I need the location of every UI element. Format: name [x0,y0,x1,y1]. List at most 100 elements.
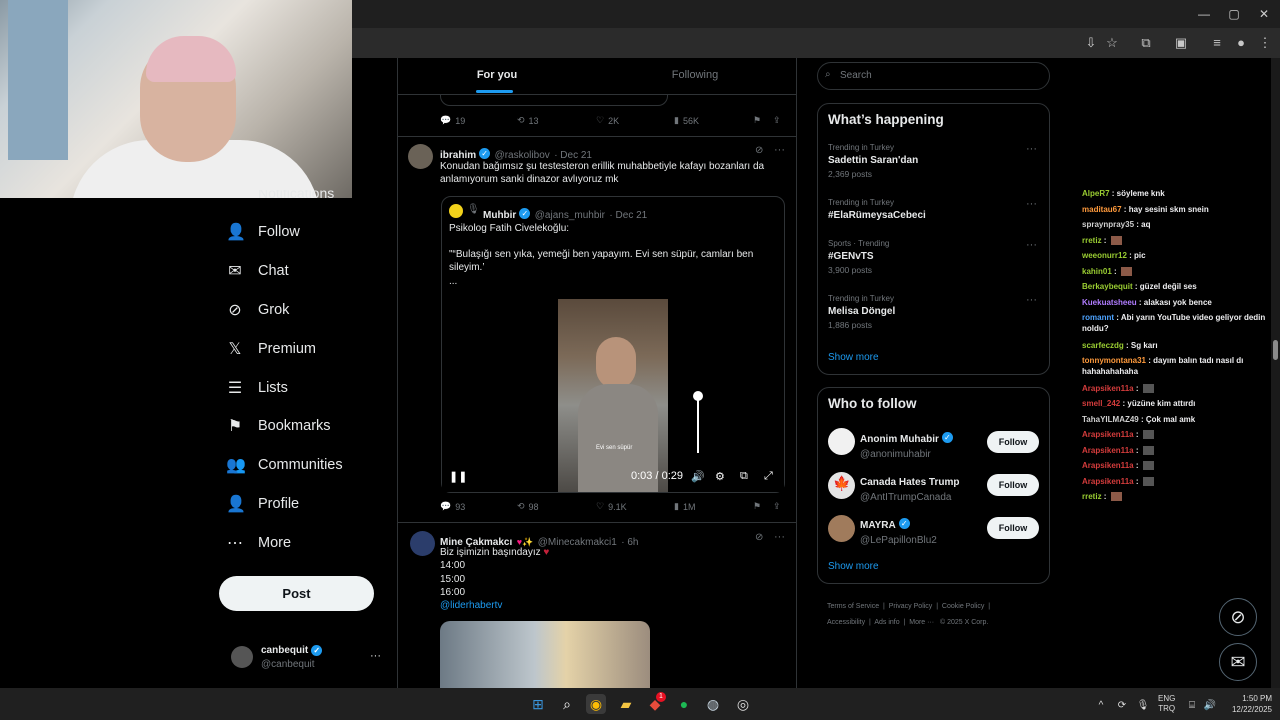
post-button[interactable]: Post [219,576,374,611]
trend-more-icon[interactable]: ··· [1026,239,1037,251]
trend-more-icon[interactable]: ··· [1026,294,1037,306]
profile-avatar-icon[interactable]: ● [1232,34,1250,52]
who-to-follow-show-more[interactable]: Show more [828,561,879,572]
trends-show-more[interactable]: Show more [828,352,879,363]
volume-slider-track[interactable] [697,397,699,453]
tray-chevron-icon[interactable]: ^ [1091,696,1111,716]
windows-start-icon[interactable]: ⊞ [528,694,548,714]
chat-username[interactable]: Kuekuatsheeu [1082,298,1137,307]
chrome-icon[interactable]: ◉ [586,694,606,714]
account-switcher[interactable]: canbequit ✓ @canbequit ··· [228,644,388,674]
install-icon[interactable]: ⇩ [1082,34,1100,52]
extensions-icon[interactable]: ⧉ [1137,34,1155,52]
chat-username[interactable]: AlpeR7 [1082,189,1110,198]
chat-username[interactable]: Arapsiken11a [1082,446,1134,455]
sync-icon[interactable]: ⟳ [1112,696,1132,716]
messages-fab-icon[interactable]: ✉ [1219,643,1257,681]
tab-for-you[interactable]: For you [398,58,596,94]
follow-suggestion[interactable]: Canada Hates Trump @AntITrumpCanada [860,472,959,503]
follow-button[interactable]: Follow [987,517,1039,539]
search-input[interactable]: Search [817,62,1050,90]
trend-more-icon[interactable]: ··· [1026,198,1037,210]
nav-item-lists[interactable]: ☰ Lists [226,374,288,402]
follow-button[interactable]: Follow [987,474,1039,496]
chat-username[interactable]: maditau67 [1082,205,1122,214]
network-icon[interactable]: ⌸ [1182,696,1202,716]
spotify-icon[interactable]: ● [674,694,694,714]
trend-item[interactable]: Trending in Turkey Sadettin Saran'dan 2,… [828,143,1043,179]
footer-link[interactable]: Cookie Policy [942,603,984,610]
tweet-more-icon[interactable]: ··· [774,531,785,543]
follow-suggestion[interactable]: Anonim Muhabir ✓ @anonimuhabir [860,429,953,460]
bookmark-action-icon[interactable]: ⚑ [753,115,761,126]
language-indicator[interactable]: ENG TRQ [1158,694,1175,714]
maximize-button[interactable]: ▢ [1224,6,1244,22]
trend-item[interactable]: Trending in Turkey #ElaRümeysaCebeci ··· [828,198,1043,221]
chat-username[interactable]: rretiz [1082,492,1102,501]
nav-item-more[interactable]: ⋯ More [226,529,291,557]
chat-username[interactable]: Arapsiken11a [1082,461,1134,470]
tweet-author-handle[interactable]: @Minecakmakci1 [538,537,617,548]
speaker-icon[interactable]: 🔊 [1200,696,1220,716]
nav-item-follow[interactable]: 👤 Follow [226,218,300,246]
share-icon[interactable]: ⇪ [773,115,781,126]
scrollbar-thumb[interactable] [1273,340,1278,360]
like-button[interactable]: ♡ 9.1K [596,501,627,512]
nav-item-profile[interactable]: 👤 Profile [226,490,299,518]
obs-icon[interactable]: ◎ [733,694,753,714]
chat-username[interactable]: tonnymontana31 [1082,356,1146,365]
footer-link[interactable]: Terms of Service [827,603,879,610]
nav-item-grok[interactable]: ⊘ Grok [226,296,289,324]
footer-link[interactable]: Ads info [874,619,899,626]
share-icon[interactable]: ⇪ [773,501,781,512]
tab-following[interactable]: Following [596,58,794,94]
views-button[interactable]: ▮ 56K [674,115,699,126]
footer-link[interactable]: More ··· [909,619,934,626]
search-taskbar-icon[interactable]: ⌕ [557,694,577,714]
chat-username[interactable]: kahin01 [1082,267,1112,276]
nav-item-premium[interactable]: 𝕏 Premium [226,335,316,363]
clock[interactable]: 1:50 PM 12/22/2025 [1222,693,1272,715]
trend-more-icon[interactable]: ··· [1026,143,1037,155]
retweet-button[interactable]: ⟲ 98 [517,501,539,512]
minimize-button[interactable]: — [1194,6,1214,22]
chat-username[interactable]: scarfeczdg [1082,341,1124,350]
chat-username[interactable]: TahaYILMAZ49 [1082,415,1139,424]
settings-icon[interactable]: ⚙ [715,470,725,483]
microphone-tray-icon[interactable]: 🎙 [1133,696,1153,716]
file-explorer-icon[interactable]: ▰ [616,694,636,714]
star-icon[interactable]: ☆ [1103,34,1121,52]
chat-username[interactable]: Arapsiken11a [1082,384,1134,393]
close-button[interactable]: ✕ [1254,6,1274,22]
split-view-icon[interactable]: ▣ [1172,34,1190,52]
footer-link[interactable]: Accessibility [827,619,865,626]
chat-username[interactable]: Arapsiken11a [1082,430,1134,439]
nav-item-chat[interactable]: ✉ Chat [226,257,288,285]
tweet-more-icon[interactable]: ··· [774,144,785,156]
tweet-image[interactable] [440,621,650,688]
grok-tweet-icon[interactable]: ⊘ [755,532,763,543]
browser-menu-icon[interactable]: ⋮ [1256,34,1274,52]
media-icon[interactable]: ≡ [1208,34,1226,52]
chat-username[interactable]: Arapsiken11a [1082,477,1134,486]
tweet-mention-link[interactable]: @liderhabertv [440,599,502,612]
follow-suggestion[interactable]: MAYRA ✓ @LePapillonBlu2 [860,515,937,546]
grok-tweet-icon[interactable]: ⊘ [755,145,763,156]
chat-username[interactable]: smell_242 [1082,399,1120,408]
views-button[interactable]: ▮ 1M [674,501,695,512]
nav-item-bookmarks[interactable]: ⚑ Bookmarks [226,412,331,440]
chat-username[interactable]: weeonurr12 [1082,251,1127,260]
nav-item-communities[interactable]: 👥 Communities [226,451,343,479]
pip-icon[interactable]: ⧉ [740,470,748,483]
pause-icon[interactable]: ❚❚ [449,470,467,483]
volume-slider-handle[interactable] [693,391,703,401]
reply-button[interactable]: 💬 19 [440,115,465,126]
chat-username[interactable]: romannt [1082,313,1114,322]
reply-button[interactable]: 💬 93 [440,501,465,512]
steam-icon[interactable]: ◍ [703,694,723,714]
nav-item-notifications-partial[interactable]: Notifications [258,190,334,198]
scrollbar[interactable] [1271,58,1280,688]
chat-username[interactable]: sprаynpray35 [1082,220,1134,229]
grok-fab-icon[interactable]: ⊘ [1219,598,1257,636]
chat-username[interactable]: Berkaybequit [1082,282,1133,291]
